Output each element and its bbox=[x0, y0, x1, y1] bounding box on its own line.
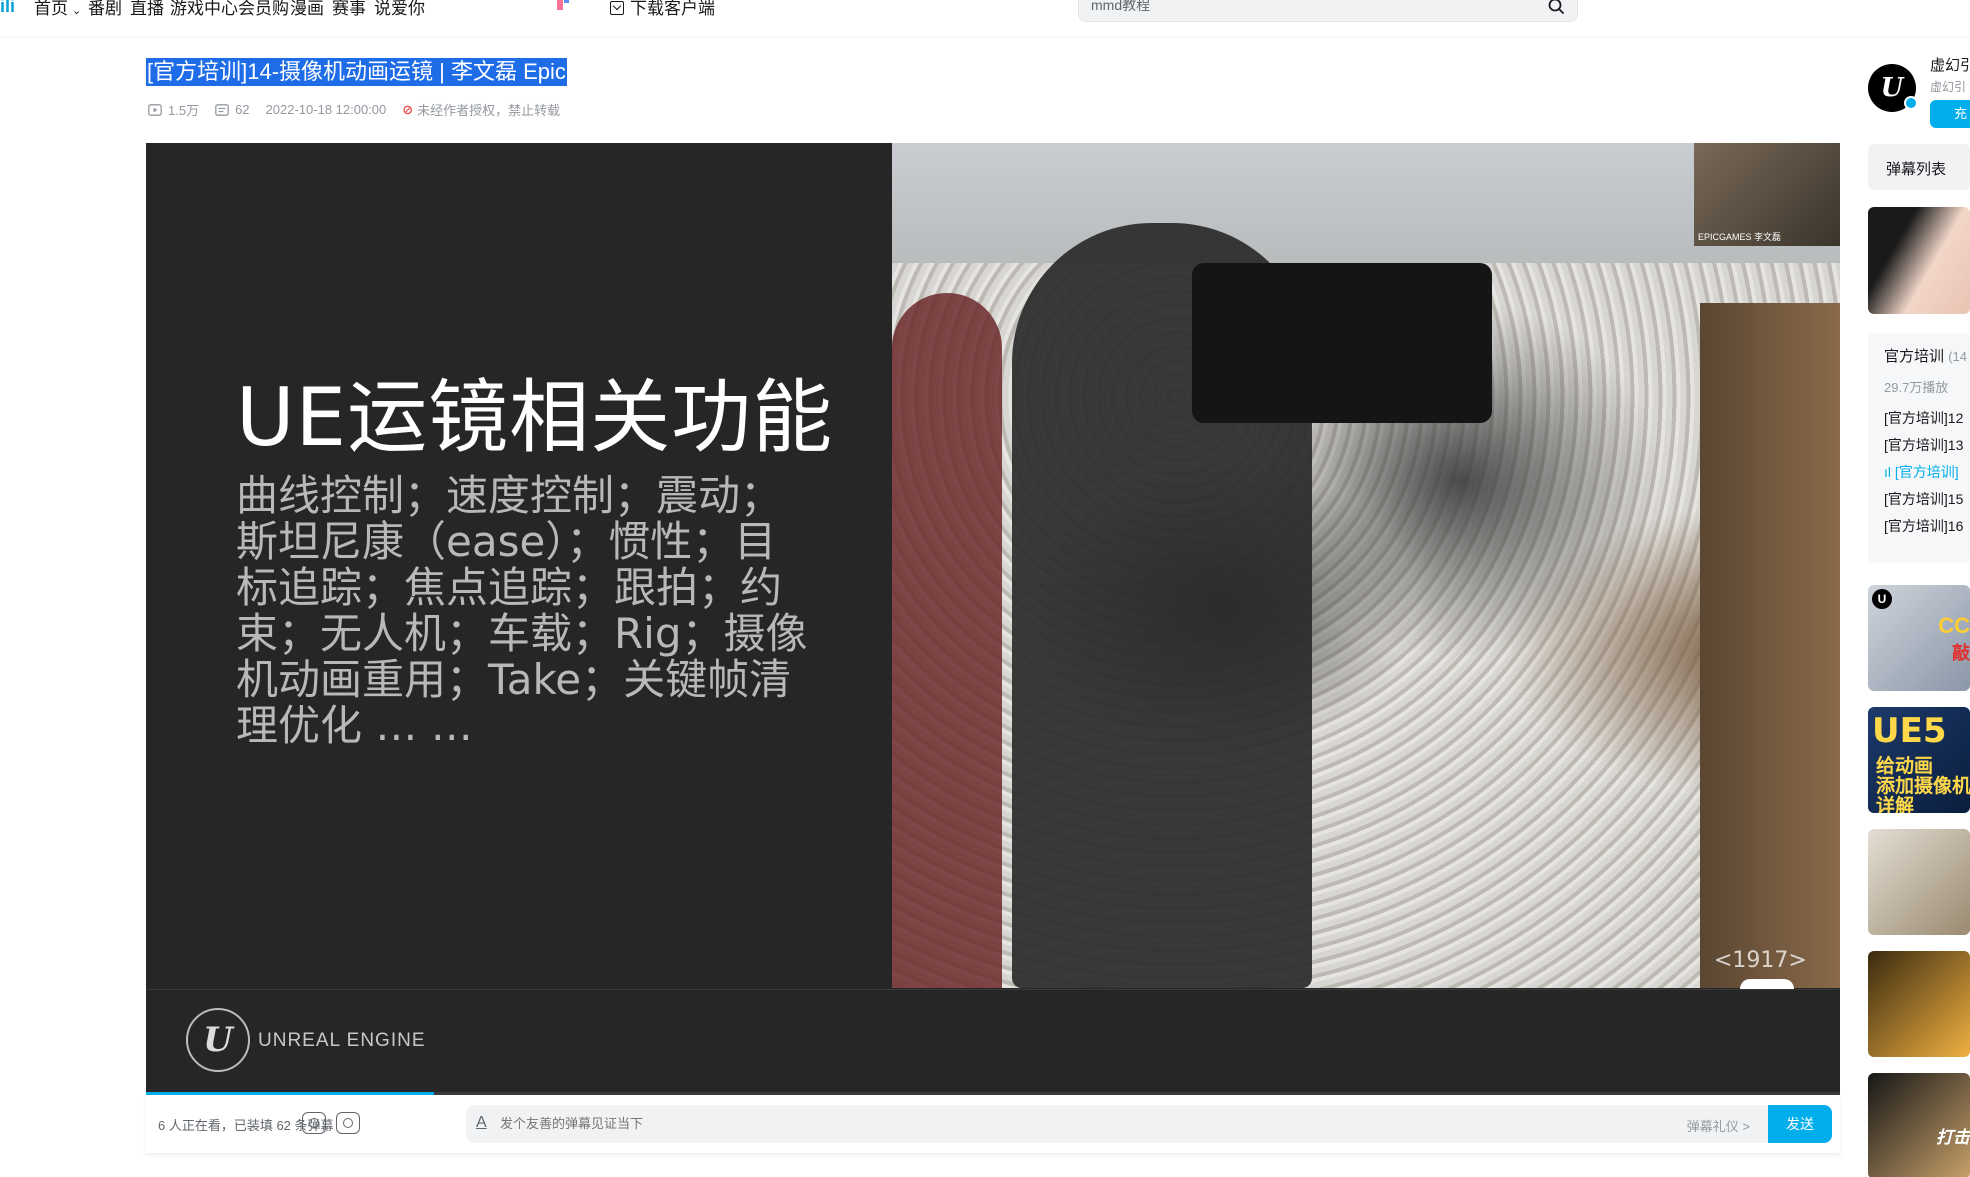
danmaku-list-tab[interactable]: 弹幕列表 bbox=[1868, 144, 1970, 190]
photo-sandbags bbox=[1700, 303, 1840, 988]
presenter-webcam-label: EPICGAMES 李文磊 bbox=[1698, 232, 1782, 242]
danmaku-etiquette-link[interactable]: 弹幕礼仪 > bbox=[1687, 1116, 1750, 1135]
film-watermark: <1917> bbox=[1714, 948, 1807, 973]
unreal-engine-text: UNREAL ENGINE bbox=[258, 1030, 426, 1051]
unreal-engine-logo-icon: U bbox=[186, 1008, 250, 1072]
danmaku-input[interactable] bbox=[500, 1116, 1400, 1131]
playlist-item-active[interactable]: ıl [官方培训] bbox=[1884, 462, 1959, 482]
uploader-name[interactable]: 虚幻引 bbox=[1930, 54, 1970, 75]
nav-home-label: 首页 bbox=[34, 0, 68, 18]
publish-date: 2022-10-18 12:00:00 bbox=[265, 102, 387, 117]
recommended-video-thumb[interactable] bbox=[1868, 951, 1970, 1057]
chevron-down-icon: ⌄ bbox=[72, 5, 82, 17]
nav-anime[interactable]: 番剧 bbox=[88, 0, 122, 19]
thumb-text: 敲 bbox=[1952, 643, 1970, 663]
thumb-title: UE5 bbox=[1872, 711, 1947, 751]
view-count-value: 1.5万 bbox=[168, 103, 200, 118]
search-icon[interactable] bbox=[1547, 0, 1565, 15]
nav-game-center[interactable]: 游戏中心 bbox=[170, 0, 238, 19]
danmaku-bar: 6 人正在看，已装填 62 条弹幕 A 弹幕礼仪 > 发送 bbox=[146, 1095, 1840, 1153]
video-player[interactable]: UE运镜相关功能 曲线控制；速度控制；震动；斯坦尼康（ease）；惯性；目标追踪… bbox=[146, 143, 1840, 1095]
playlist-panel: 官方培训 (14 29.7万播放 [官方培训]12 [官方培训]13 ıl [官… bbox=[1868, 333, 1970, 563]
nav-say-love[interactable]: 说爱你 bbox=[374, 0, 425, 19]
now-playing-icon: ıl bbox=[1884, 464, 1895, 480]
playlist-item[interactable]: [官方培训]12 bbox=[1884, 408, 1963, 428]
nav-live[interactable]: 直播 bbox=[130, 0, 164, 19]
verified-icon bbox=[1904, 96, 1918, 110]
danmaku-count-icon bbox=[215, 103, 229, 116]
playlist-count: (14 bbox=[1948, 349, 1967, 364]
thumb-subtitle: 给动画 添加摄像机 详解 bbox=[1876, 756, 1970, 814]
slide-text-panel: UE运镜相关功能 曲线控制；速度控制；震动；斯坦尼康（ease）；惯性；目标追踪… bbox=[146, 143, 892, 988]
danmaku-input-box: A 弹幕礼仪 > 发送 bbox=[466, 1105, 1832, 1143]
thumb-text: CC bbox=[1938, 613, 1970, 638]
playlist-item-label: [官方培训] bbox=[1894, 464, 1959, 480]
game-promo-icon[interactable] bbox=[554, 0, 572, 12]
playlist-views: 29.7万播放 bbox=[1884, 380, 1949, 395]
presenter-webcam: EPICGAMES 李文磊 bbox=[1694, 143, 1840, 246]
danmaku-count: 62 bbox=[215, 102, 250, 117]
nav-manga[interactable]: 漫画 bbox=[290, 0, 324, 19]
search-input[interactable] bbox=[1091, 0, 1511, 13]
site-logo[interactable]: ili bbox=[0, 0, 22, 18]
download-icon bbox=[610, 1, 624, 15]
nav-membership-shop[interactable]: 会员购 bbox=[238, 0, 289, 19]
nav-home[interactable]: 首页 ⌄ bbox=[34, 0, 81, 19]
copyright-notice-text: 未经作者授权，禁止转载 bbox=[417, 103, 561, 118]
playlist-item[interactable]: [官方培训]15 bbox=[1884, 489, 1963, 509]
recommended-video-thumb[interactable]: 打击 bbox=[1868, 1073, 1970, 1177]
thumb-text: 打击 bbox=[1936, 1128, 1970, 1147]
photo-camera-rig bbox=[1192, 263, 1492, 423]
uploader-description: 虚幻引 bbox=[1930, 80, 1967, 94]
danmaku-list-label: 弹幕列表 bbox=[1886, 161, 1947, 178]
playlist-title-text: 官方培训 bbox=[1884, 348, 1945, 365]
ad-thumbnail[interactable] bbox=[1868, 207, 1970, 314]
photo-person-left bbox=[892, 293, 1002, 988]
top-nav-bar: ili 首页 ⌄ 番剧 直播 游戏中心 会员购 漫画 赛事 说爱你 下载客户端 bbox=[0, 0, 1970, 36]
playlist-title[interactable]: 官方培训 (14 bbox=[1884, 345, 1967, 366]
slide-heading: UE运镜相关功能 bbox=[236, 371, 834, 464]
video-title: [官方培训]14-摄像机动画运镜 | 李文磊 Epic bbox=[146, 58, 567, 86]
video-meta: 1.5万 62 2022-10-18 12:00:00 ⊘ 未经作者授权，禁止转载 bbox=[148, 100, 576, 119]
slide-photo-steadicam bbox=[892, 143, 1840, 988]
danmaku-toggle-icon[interactable] bbox=[302, 1112, 326, 1134]
recommended-video-thumb[interactable] bbox=[1868, 829, 1970, 935]
danmaku-count-value: 62 bbox=[235, 102, 250, 117]
danmaku-style-icon[interactable]: A bbox=[476, 1114, 487, 1132]
view-count: 1.5万 bbox=[148, 100, 199, 119]
slide-footer: U UNREAL ENGINE bbox=[146, 989, 1840, 1095]
playlist-item[interactable]: [官方培训]13 bbox=[1884, 435, 1963, 455]
recommended-video-thumb[interactable]: U CC 敲 bbox=[1868, 585, 1970, 691]
uploader-avatar[interactable]: U bbox=[1868, 64, 1918, 112]
search-bar bbox=[1078, 0, 1578, 22]
copyright-notice: ⊘ 未经作者授权，禁止转载 bbox=[402, 100, 560, 119]
recommended-video-thumb[interactable]: UE5 给动画 添加摄像机 详解 bbox=[1868, 707, 1970, 813]
download-client-link[interactable]: 下载客户端 bbox=[610, 0, 715, 19]
download-client-label: 下载客户端 bbox=[630, 0, 715, 18]
danmaku-settings-icon[interactable] bbox=[336, 1112, 360, 1134]
unreal-engine-logo-icon: U bbox=[1880, 73, 1904, 103]
play-count-icon bbox=[148, 103, 162, 116]
prohibited-icon: ⊘ bbox=[402, 101, 414, 117]
playlist-item[interactable]: [官方培训]16 bbox=[1884, 516, 1963, 536]
unreal-badge-icon: U bbox=[1872, 589, 1892, 609]
nav-esports[interactable]: 赛事 bbox=[332, 0, 366, 19]
charge-button[interactable]: 充 bbox=[1930, 100, 1970, 128]
send-danmaku-button[interactable]: 发送 bbox=[1768, 1105, 1832, 1143]
slide-body: 曲线控制；速度控制；震动；斯坦尼康（ease）；惯性；目标追踪；焦点追踪；跟拍；… bbox=[236, 471, 808, 750]
